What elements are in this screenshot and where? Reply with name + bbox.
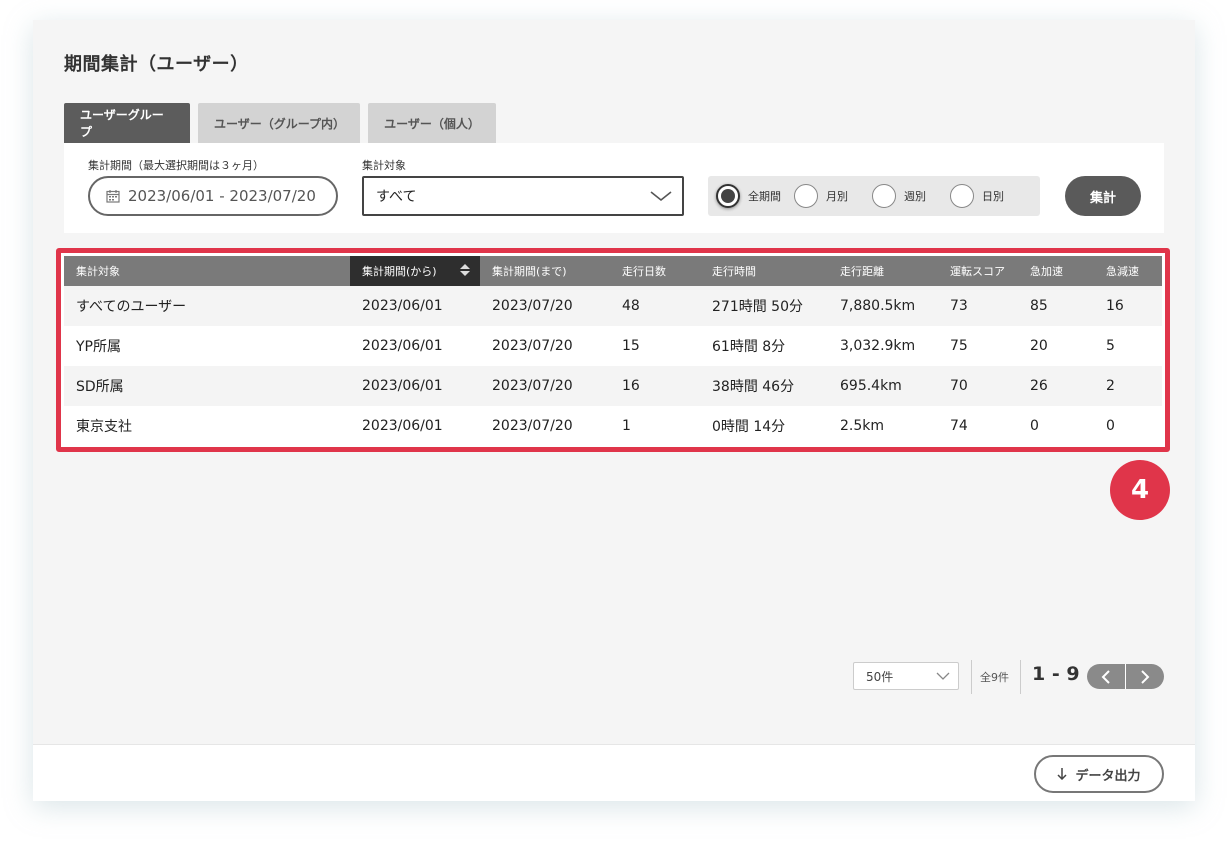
export-label: データ出力 (1075, 768, 1141, 784)
period-unit-radio-group: 全期間 月別 週別 日別 (708, 176, 1040, 216)
table-row[interactable]: YP所属 2023/06/01 2023/07/20 15 61時間 8分 3,… (64, 326, 1162, 366)
radio-label: 日別 (982, 190, 1004, 203)
column-header-driving-days[interactable]: 走行日数 (610, 256, 700, 286)
radio-label: 全期間 (748, 190, 781, 203)
pagination-nav (1087, 664, 1164, 689)
tab-bar: ユーザーグループ ユーザー（グループ内） ユーザー（個人） (64, 103, 504, 143)
radio-button (872, 184, 896, 208)
page-title: 期間集計（ユーザー） (64, 54, 249, 75)
annotation-badge: 4 (1110, 460, 1170, 520)
table-cell: 48 (610, 286, 700, 326)
target-select-value: すべて (376, 189, 417, 205)
radio-daily[interactable]: 日別 (950, 184, 1022, 208)
footer-bar: データ出力 (33, 744, 1195, 801)
table-header-row: 集計対象 集計期間(から) 集計期間(まで) 走行日数 走行時間 走行距離 運転… (64, 256, 1162, 286)
table-cell: 3,032.9km (828, 326, 938, 366)
arrow-down-icon (1057, 768, 1068, 780)
column-header-harsh-accel[interactable]: 急加速 (1018, 256, 1094, 286)
tab-user-in-group[interactable]: ユーザー（グループ内） (198, 103, 360, 143)
chevron-right-icon (1141, 669, 1150, 684)
divider (1020, 660, 1021, 694)
table-cell: 16 (610, 366, 700, 406)
table-cell: 0 (1094, 406, 1162, 446)
column-header-score[interactable]: 運転スコア (938, 256, 1018, 286)
tab-user-group[interactable]: ユーザーグループ (64, 103, 190, 143)
table-cell: 7,880.5km (828, 286, 938, 326)
column-header-distance[interactable]: 走行距離 (828, 256, 938, 286)
target-label: 集計対象 (362, 159, 406, 172)
export-data-button[interactable]: データ出力 (1034, 755, 1164, 793)
table-row[interactable]: すべてのユーザー 2023/06/01 2023/07/20 48 271時間 … (64, 286, 1162, 326)
table-cell: 2023/07/20 (480, 406, 610, 446)
table-cell: 74 (938, 406, 1018, 446)
chevron-left-icon (1101, 669, 1110, 684)
table-cell: 5 (1094, 326, 1162, 366)
table-cell: 75 (938, 326, 1018, 366)
table-cell: 38時間 46分 (700, 366, 828, 406)
radio-button (794, 184, 818, 208)
table-cell: 70 (938, 366, 1018, 406)
radio-monthly[interactable]: 月別 (794, 184, 866, 208)
table-cell: 2023/06/01 (350, 286, 480, 326)
table-cell: 2023/06/01 (350, 326, 480, 366)
radio-button (950, 184, 974, 208)
table-cell: 271時間 50分 (700, 286, 828, 326)
tab-user-individual[interactable]: ユーザー（個人） (368, 103, 496, 143)
sort-icon (460, 264, 470, 276)
aggregate-button[interactable]: 集計 (1065, 176, 1141, 216)
table-cell: 2.5km (828, 406, 938, 446)
chevron-down-icon (936, 672, 950, 680)
table-cell: 0時間 14分 (700, 406, 828, 446)
chevron-down-icon (650, 191, 672, 202)
date-range-value: 2023/06/01 - 2023/07/20 (128, 187, 316, 205)
page-size-select[interactable]: 50件 (853, 662, 959, 690)
table-cell: 26 (1018, 366, 1094, 406)
page-size-value: 50件 (866, 669, 894, 684)
results-table: 集計対象 集計期間(から) 集計期間(まで) 走行日数 走行時間 走行距離 運転… (64, 256, 1162, 446)
column-header-driving-time[interactable]: 走行時間 (700, 256, 828, 286)
table-cell: 2 (1094, 366, 1162, 406)
filter-box: 集計期間（最大選択期間は３ヶ月） 2023/06/01 - 2023/07/20… (64, 143, 1164, 233)
period-label: 集計期間（最大選択期間は３ヶ月） (88, 159, 264, 172)
divider (971, 660, 972, 694)
column-header-period-from[interactable]: 集計期間(から) (350, 256, 480, 286)
highlighted-table-frame: 集計対象 集計期間(から) 集計期間(まで) 走行日数 走行時間 走行距離 運転… (56, 248, 1170, 452)
next-page-button[interactable] (1126, 664, 1164, 689)
table-cell: SD所属 (64, 366, 350, 406)
table-cell: 1 (610, 406, 700, 446)
calendar-icon (106, 190, 120, 203)
table-cell: 2023/07/20 (480, 286, 610, 326)
table-cell: 0 (1018, 406, 1094, 446)
radio-label: 週別 (904, 190, 926, 203)
table-cell: すべてのユーザー (64, 286, 350, 326)
table-cell: 61時間 8分 (700, 326, 828, 366)
radio-all-period[interactable]: 全期間 (716, 184, 788, 208)
table-cell: 15 (610, 326, 700, 366)
radio-label: 月別 (826, 190, 848, 203)
table-cell: 16 (1094, 286, 1162, 326)
table-row[interactable]: 東京支社 2023/06/01 2023/07/20 1 0時間 14分 2.5… (64, 406, 1162, 446)
target-select[interactable]: すべて (362, 176, 684, 216)
radio-button-checked (716, 184, 740, 208)
table-cell: 695.4km (828, 366, 938, 406)
date-range-field[interactable]: 2023/06/01 - 2023/07/20 (88, 176, 338, 216)
column-header-target[interactable]: 集計対象 (64, 256, 350, 286)
table-cell: 2023/07/20 (480, 366, 610, 406)
column-header-harsh-brake[interactable]: 急減速 (1094, 256, 1162, 286)
table-row[interactable]: SD所属 2023/06/01 2023/07/20 16 38時間 46分 6… (64, 366, 1162, 406)
table-cell: 85 (1018, 286, 1094, 326)
prev-page-button[interactable] (1087, 664, 1125, 689)
table-cell: 2023/07/20 (480, 326, 610, 366)
page-range: 1 - 9 (1032, 663, 1080, 685)
radio-weekly[interactable]: 週別 (872, 184, 944, 208)
table-cell: 2023/06/01 (350, 406, 480, 446)
table-cell: 20 (1018, 326, 1094, 366)
table-cell: 東京支社 (64, 406, 350, 446)
table-cell: 73 (938, 286, 1018, 326)
main-panel: 期間集計（ユーザー） ユーザーグループ ユーザー（グループ内） ユーザー（個人）… (33, 20, 1195, 801)
table-cell: 2023/06/01 (350, 366, 480, 406)
total-count: 全9件 (980, 671, 1009, 684)
table-cell: YP所属 (64, 326, 350, 366)
column-header-period-to[interactable]: 集計期間(まで) (480, 256, 610, 286)
